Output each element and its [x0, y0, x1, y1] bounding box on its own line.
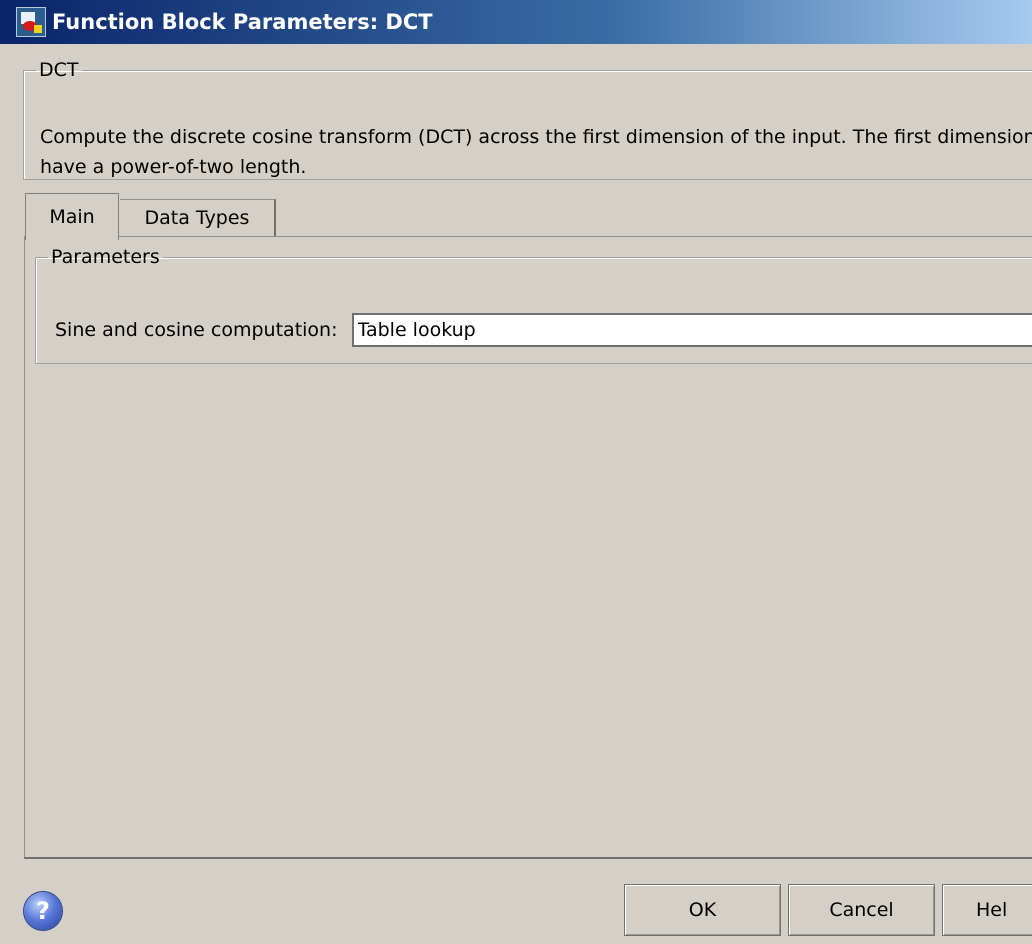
simulink-block-icon — [16, 7, 46, 37]
dct-group-legend: DCT — [39, 59, 79, 81]
sine-cosine-computation-field[interactable] — [351, 313, 1032, 347]
ok-button[interactable]: OK — [624, 884, 781, 936]
parameters-group: Parameters Sine and cosine computation: — [35, 247, 1032, 364]
sine-cosine-row: Sine and cosine computation: — [55, 313, 1032, 347]
description-line-1: Compute the discrete cosine transform (D… — [40, 126, 1032, 148]
help-question-icon[interactable]: ? — [24, 892, 62, 930]
tab-data-types[interactable]: Data Types — [120, 199, 276, 236]
cancel-button[interactable]: Cancel — [788, 884, 935, 936]
window-title: Function Block Parameters: DCT — [52, 10, 433, 34]
description-line-2: have a power-of-two length. — [40, 156, 307, 178]
dct-description-group: DCT Compute the discrete cosine transfor… — [23, 60, 1032, 180]
tab-panel-main: Parameters Sine and cosine computation: — [24, 236, 1032, 859]
block-description: Compute the discrete cosine transform (D… — [40, 122, 1032, 182]
sine-cosine-label: Sine and cosine computation: — [55, 319, 338, 341]
tab-main[interactable]: Main — [25, 193, 119, 240]
help-button[interactable]: Hel — [942, 884, 1032, 936]
parameters-legend: Parameters — [51, 246, 160, 268]
title-bar: Function Block Parameters: DCT — [0, 0, 1032, 44]
